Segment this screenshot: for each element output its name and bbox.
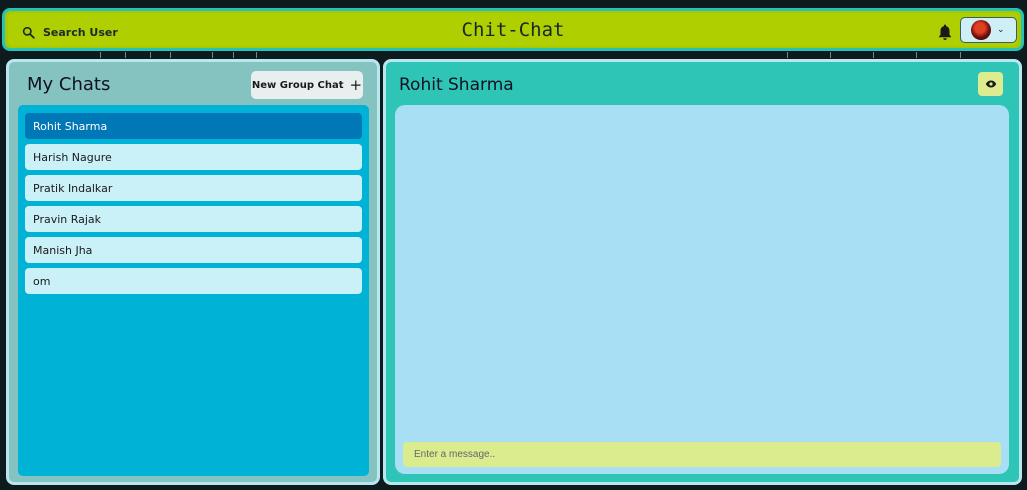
chat-panel: Rohit Sharma — [383, 59, 1022, 485]
my-chats-panel: My Chats New Group Chat + Rohit Sharma H… — [6, 59, 380, 485]
eye-icon — [985, 80, 996, 88]
chat-list: Rohit Sharma Harish Nagure Pratik Indalk… — [18, 105, 369, 476]
chat-list-item[interactable]: Pratik Indalkar — [25, 175, 362, 201]
profile-menu-button[interactable]: ⌄ — [960, 17, 1017, 43]
chat-list-item[interactable]: Rohit Sharma — [25, 113, 362, 139]
background-tick — [150, 52, 151, 58]
chat-title: Rohit Sharma — [399, 75, 514, 95]
new-group-chat-label: New Group Chat — [251, 79, 344, 91]
messages-area — [395, 105, 1009, 474]
chat-list-item[interactable]: om — [25, 268, 362, 294]
background-tick — [212, 52, 213, 58]
background-tick — [916, 52, 917, 58]
background-tick — [873, 52, 874, 58]
bell-icon[interactable] — [937, 23, 953, 41]
plus-icon: + — [349, 76, 363, 94]
header-bar: Search User Chit-Chat ⌄ — [8, 13, 1018, 46]
chat-list-item[interactable]: Pravin Rajak — [25, 206, 362, 232]
background-tick — [125, 52, 126, 58]
app-title: Chit-Chat — [461, 19, 565, 41]
background-tick — [100, 52, 101, 58]
chat-list-item[interactable]: Manish Jha — [25, 237, 362, 263]
new-group-chat-button[interactable]: New Group Chat + — [251, 71, 363, 99]
top-header: Search User Chit-Chat ⌄ — [2, 8, 1024, 51]
avatar — [971, 20, 991, 40]
background-tick — [170, 52, 171, 58]
background-tick — [256, 52, 257, 58]
view-profile-button[interactable] — [978, 72, 1003, 96]
background-tick — [233, 52, 234, 58]
chat-list-item[interactable]: Harish Nagure — [25, 144, 362, 170]
background-tick — [960, 52, 961, 58]
message-input[interactable] — [403, 442, 1001, 467]
chevron-down-icon: ⌄ — [997, 25, 1005, 35]
my-chats-title: My Chats — [27, 74, 111, 95]
background-tick — [787, 52, 788, 58]
background-tick — [830, 52, 831, 58]
